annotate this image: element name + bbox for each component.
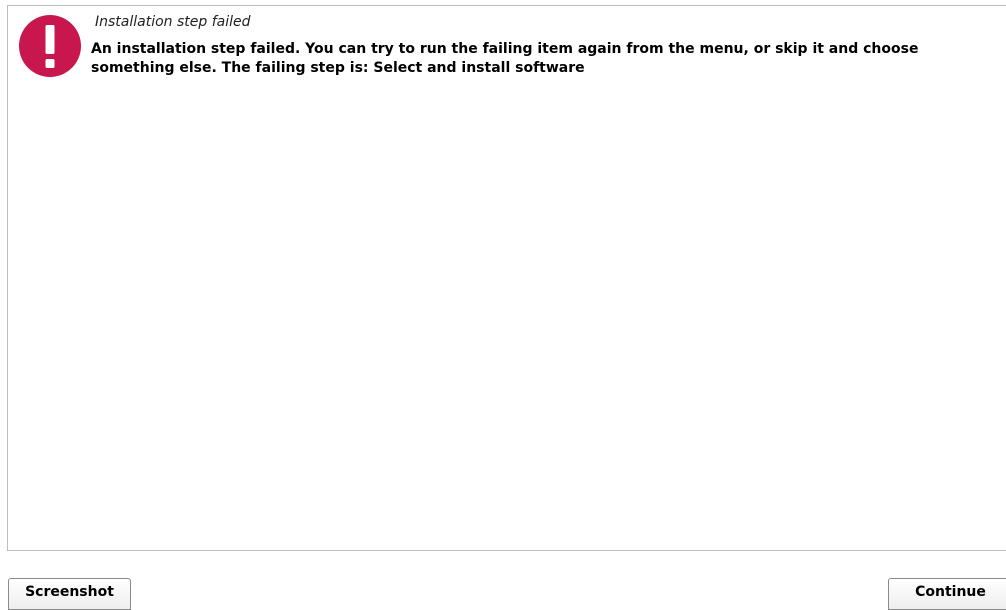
screenshot-button[interactable]: Screenshot: [8, 578, 131, 610]
dialog-panel: [7, 5, 1006, 551]
dialog-message: An installation step failed. You can try…: [91, 41, 919, 76]
alert-icon: [19, 15, 81, 77]
continue-button[interactable]: Continue: [888, 578, 1006, 610]
dialog-title: Installation step failed: [95, 14, 251, 30]
